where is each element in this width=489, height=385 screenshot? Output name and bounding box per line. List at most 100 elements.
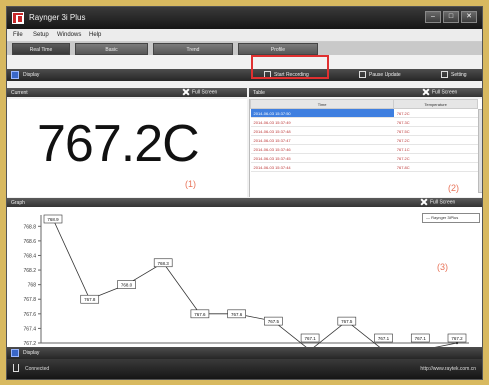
minimize-button[interactable]: – xyxy=(425,11,441,23)
plug-icon xyxy=(13,364,19,372)
y-tick-label: 767.8 xyxy=(23,297,36,303)
log-panel: Time Temperature 2014-06-03 15:37:50 767.… xyxy=(249,99,482,197)
setting-label: Setting xyxy=(451,72,467,78)
tab-basic[interactable]: Basic xyxy=(75,43,148,55)
data-label: 767.8 xyxy=(84,297,96,302)
data-label: 768.3 xyxy=(158,261,170,266)
cell-time: 2014-06-03 15:37:46 xyxy=(250,144,394,154)
cell-time: 2014-06-03 15:37:50 xyxy=(250,108,394,118)
y-tick-label: 768.4 xyxy=(23,253,36,259)
y-tick-label: 768.2 xyxy=(23,268,36,274)
current-header: Current Full Screen xyxy=(7,88,247,97)
marker-3: (3) xyxy=(437,262,448,272)
data-label: 767.6 xyxy=(231,312,243,317)
data-label: 767.1 xyxy=(415,336,427,341)
graph-full-screen-label: Full Screen xyxy=(430,199,456,206)
tab-trend[interactable]: Trend xyxy=(153,43,233,55)
table-scrollbar[interactable] xyxy=(478,109,482,193)
website-link[interactable]: http://www.raytek.com.cn xyxy=(420,366,476,372)
current-label: Current xyxy=(11,90,28,96)
col-time[interactable]: Time xyxy=(249,99,395,109)
menu-file[interactable]: File xyxy=(13,32,23,38)
table-header: Table Full Screen xyxy=(249,88,482,97)
app-window: Raynger 3i Plus – □ ✕ File Setup Windows… xyxy=(6,6,483,380)
col-temperature[interactable]: Temperature xyxy=(393,99,478,109)
display-label: Display xyxy=(23,72,40,78)
menu-help[interactable]: Help xyxy=(89,32,101,38)
close-button[interactable]: ✕ xyxy=(461,11,477,23)
pause-icon xyxy=(359,71,366,79)
menu-bar: File Setup Windows Help xyxy=(7,29,482,42)
bottom-display-label: Display xyxy=(23,350,40,356)
cell-time: 2014-06-03 15:37:47 xyxy=(250,135,394,145)
bottom-display-bar: Display xyxy=(7,347,482,359)
app-logo-icon xyxy=(12,12,24,24)
maximize-button[interactable]: □ xyxy=(443,11,459,23)
marker-1: (1) xyxy=(185,179,196,189)
graph-panel: 767.2 767.4 767.6 767.8 768 768.2 768.4 768.6 76… xyxy=(7,207,482,352)
expand-icon[interactable] xyxy=(11,349,19,357)
cell-temp: 767.2C xyxy=(393,108,478,118)
y-tick-label: 767.4 xyxy=(23,326,36,332)
title-bar: Raynger 3i Plus – □ ✕ xyxy=(7,7,482,29)
log-table: Time Temperature 2014-06-03 15:37:50 767.… xyxy=(249,99,478,172)
setting-button[interactable]: Setting xyxy=(441,70,467,80)
table-label: Table xyxy=(253,90,265,96)
pause-update-button[interactable]: Pause Update xyxy=(359,70,401,80)
window-title: Raynger 3i Plus xyxy=(29,13,86,22)
y-tick-label: 768 xyxy=(28,283,37,289)
data-label: 767.5 xyxy=(341,319,353,324)
connection-status: Connected xyxy=(25,366,50,372)
cell-time: 2014-06-03 15:37:48 xyxy=(250,126,394,136)
cell-temp: 767.8C xyxy=(393,162,478,172)
trash-icon xyxy=(441,71,448,79)
cell-time: 2014-06-03 15:37:49 xyxy=(250,117,394,127)
current-temperature: 767.2C xyxy=(37,115,200,173)
graph-header: Graph Full Screen xyxy=(7,198,482,207)
collapse-icon[interactable] xyxy=(11,71,19,79)
cell-temp: 767.5C xyxy=(393,126,478,136)
cell-time: 2014-06-03 15:37:45 xyxy=(250,153,394,163)
current-full-screen-button[interactable]: Full Screen xyxy=(183,89,217,95)
table-full-screen-button[interactable]: Full Screen xyxy=(423,89,457,95)
data-label: 767.1 xyxy=(378,336,390,341)
table-row[interactable]: 2014-06-03 15:37:46 767.1C xyxy=(250,144,478,154)
fullscreen-icon xyxy=(421,199,427,205)
series-line xyxy=(52,218,458,351)
fullscreen-icon xyxy=(183,89,189,95)
cell-temp: 767.1C xyxy=(393,144,478,154)
legend-label: Raynger 3iPlus xyxy=(431,215,459,220)
table-row[interactable]: 2014-06-03 15:37:50 767.2C xyxy=(250,108,478,118)
temperature-chart: 767.2 767.4 767.6 767.8 768 768.2 768.4 768.6 76… xyxy=(23,214,469,352)
current-full-screen-label: Full Screen xyxy=(192,89,218,96)
table-full-screen-label: Full Screen xyxy=(432,89,458,96)
graph-label: Graph xyxy=(11,200,25,206)
graph-full-screen-button[interactable]: Full Screen xyxy=(421,199,455,205)
current-panel: 767.2C (1) xyxy=(7,99,247,197)
table-row[interactable]: 2014-06-03 15:37:47 767.2C xyxy=(250,135,478,145)
cell-temp: 767.3C xyxy=(393,117,478,127)
data-label: 767.6 xyxy=(194,312,206,317)
data-label: 767.1 xyxy=(304,336,316,341)
tab-real-time[interactable]: Real Time xyxy=(12,43,70,55)
table-row[interactable]: 2014-06-03 15:37:49 767.3C xyxy=(250,117,478,127)
cell-time: 2014-06-03 15:37:44 xyxy=(250,162,394,172)
status-bar: Connected http://www.raytek.com.cn xyxy=(7,359,482,379)
tab-profile[interactable]: Profile xyxy=(238,43,318,55)
menu-windows[interactable]: Windows xyxy=(57,32,81,38)
table-row[interactable]: 2014-06-03 15:37:44 767.8C xyxy=(250,162,478,172)
table-row[interactable]: 2014-06-03 15:37:45 767.2C xyxy=(250,153,478,163)
cell-temp: 767.2C xyxy=(393,153,478,163)
data-label: 767.2 xyxy=(451,336,463,341)
fullscreen-icon xyxy=(423,89,429,95)
data-label: 767.5 xyxy=(268,319,280,324)
menu-setup[interactable]: Setup xyxy=(33,32,49,38)
display-toolbar: Display Start Recording Pause Update Set… xyxy=(7,69,482,81)
chart-legend[interactable]: — Raynger 3iPlus xyxy=(422,213,480,223)
cell-temp: 767.2C xyxy=(393,135,478,145)
data-label: 768.9 xyxy=(47,217,59,222)
y-tick-label: 768.6 xyxy=(23,239,36,245)
table-row[interactable]: 2014-06-03 15:37:48 767.5C xyxy=(250,126,478,136)
marker-2: (2) xyxy=(448,183,459,193)
tabs-bar: Real Time Basic Trend Profile xyxy=(7,42,482,55)
